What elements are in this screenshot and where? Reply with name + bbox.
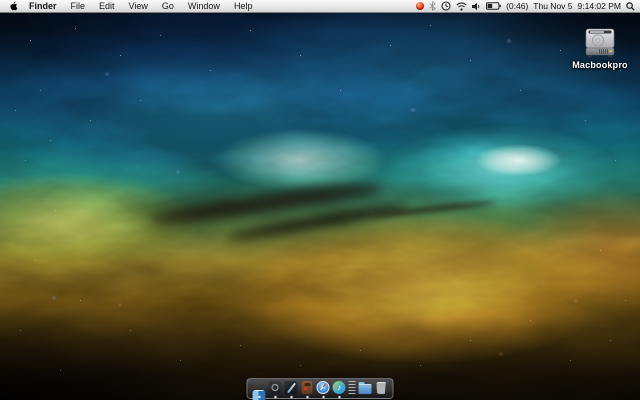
wifi-icon[interactable] xyxy=(456,2,467,11)
music-note-icon: ♪ xyxy=(332,381,346,394)
menu-bar-date[interactable]: Thu Nov 5 xyxy=(533,1,572,11)
apple-menu[interactable] xyxy=(9,1,18,11)
apple-logo-icon xyxy=(10,1,18,11)
running-indicator xyxy=(306,396,308,398)
time-machine-icon[interactable] xyxy=(441,1,451,11)
menu-file[interactable]: File xyxy=(64,0,93,12)
running-indicator xyxy=(322,396,324,398)
folder-icon xyxy=(358,382,372,394)
mascot-icon xyxy=(301,381,313,394)
running-indicator xyxy=(338,396,340,398)
battery-time-remaining[interactable]: (0:46) xyxy=(506,1,528,11)
menu-edit[interactable]: Edit xyxy=(92,0,122,12)
menu-go[interactable]: Go xyxy=(155,0,181,12)
bluetooth-icon[interactable] xyxy=(429,1,436,11)
menu-bar-status-area: (0:46) Thu Nov 5 9:14:02 PM xyxy=(416,1,640,11)
dock-separator xyxy=(348,381,356,394)
dock-item-brown-mascot-app[interactable] xyxy=(301,381,314,398)
dock-item-pen-app[interactable] xyxy=(284,381,298,398)
aperture-icon xyxy=(268,381,282,394)
menu-view[interactable]: View xyxy=(122,0,155,12)
separator-icon xyxy=(348,381,356,394)
battery-icon[interactable] xyxy=(486,2,501,10)
dock-item-safari[interactable] xyxy=(316,381,330,398)
desktop-volume-label: Macbookpro xyxy=(572,60,628,70)
menu-bar: Finder File Edit View Go Window Help (0:… xyxy=(0,0,640,13)
hard-drive-icon xyxy=(585,28,615,57)
dock-item-finder[interactable] xyxy=(252,381,266,400)
safari-compass-icon xyxy=(316,381,330,394)
spotlight-icon[interactable] xyxy=(626,1,635,11)
volume-icon[interactable] xyxy=(472,2,481,11)
macos-desktop: Finder File Edit View Go Window Help (0:… xyxy=(0,0,640,400)
dock-item-documents-folder[interactable] xyxy=(358,381,372,394)
running-indicator xyxy=(258,396,260,398)
pen-icon xyxy=(284,381,298,394)
desktop-volume-macbookpro[interactable]: Macbookpro xyxy=(572,28,628,70)
finder-icon xyxy=(252,390,266,400)
menu-window[interactable]: Window xyxy=(181,0,227,12)
running-indicator xyxy=(274,396,276,398)
running-indicator xyxy=(290,396,292,398)
dock-item-trash[interactable] xyxy=(375,381,388,394)
trash-icon xyxy=(376,382,386,394)
menu-bar-clock[interactable]: 9:14:02 PM xyxy=(578,1,621,11)
menu-help[interactable]: Help xyxy=(227,0,260,12)
menu-finder[interactable]: Finder xyxy=(22,0,64,12)
dock: ♪ xyxy=(246,378,394,400)
red-orb-menu-extra-icon[interactable] xyxy=(416,2,425,10)
dock-item-itunes[interactable]: ♪ xyxy=(332,381,346,398)
dock-item-dark-aperture-app[interactable] xyxy=(268,381,282,398)
nebula-wallpaper xyxy=(0,0,640,400)
